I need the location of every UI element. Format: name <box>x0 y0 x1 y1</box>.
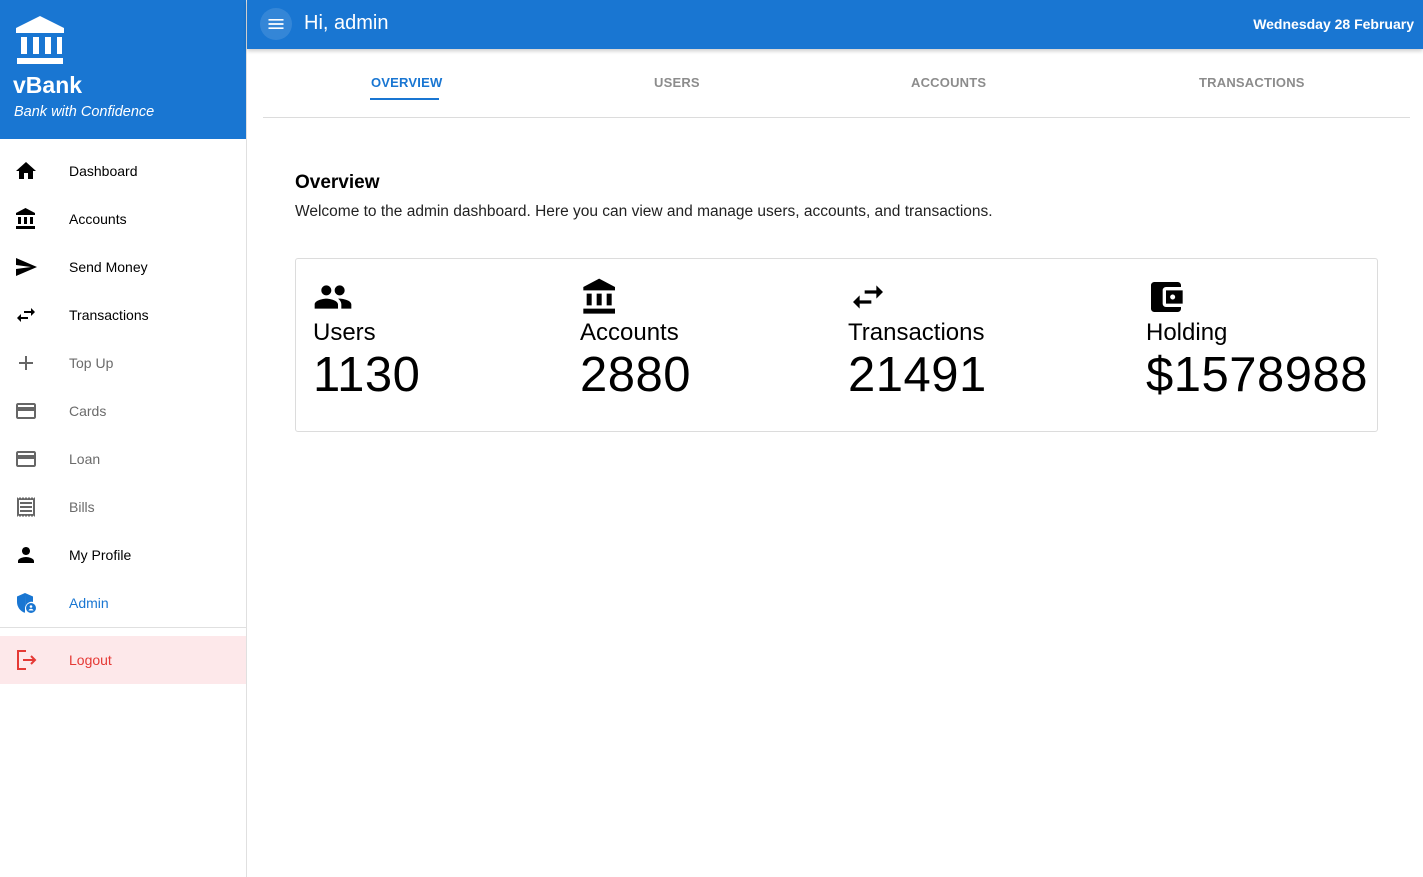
sidebar-item-label: My Profile <box>69 547 132 563</box>
logout-icon <box>17 650 37 670</box>
sidebar-item-label: Top Up <box>69 355 114 371</box>
brand-name: vBank <box>13 72 83 98</box>
person-icon <box>18 547 34 563</box>
sidebar-item-label: Send Money <box>69 259 148 275</box>
stat-label: Transactions <box>848 319 985 346</box>
sidebar-item-label: Accounts <box>69 211 127 227</box>
active-tab-indicator <box>370 98 439 100</box>
admin-tabs: OVERVIEW USERS ACCOUNTS TRANSACTIONS <box>263 49 1410 118</box>
sidebar-item-label: Loan <box>69 451 101 467</box>
sidebar-item-label: Cards <box>69 403 107 419</box>
sidebar-item-top-up[interactable]: Top Up <box>0 339 246 387</box>
menu-button[interactable] <box>260 8 292 40</box>
stat-value: 1130 <box>313 348 421 402</box>
sidebar-item-admin[interactable]: Admin <box>0 579 246 627</box>
stat-label: Users <box>313 319 376 346</box>
bank-logo-icon <box>16 16 64 64</box>
hamburger-menu-icon <box>268 19 284 29</box>
page-description: Welcome to the admin dashboard. Here you… <box>295 203 993 220</box>
sidebar-item-bills[interactable]: Bills <box>0 483 246 531</box>
greeting: Hi, admin <box>304 12 389 34</box>
sidebar-item-accounts[interactable]: Accounts <box>0 195 246 243</box>
tab-accounts[interactable]: ACCOUNTS <box>911 75 986 90</box>
credit-card-icon <box>16 451 36 467</box>
current-date: Wednesday 28 February <box>1253 16 1414 32</box>
stat-value: 2880 <box>580 348 692 402</box>
tab-overview[interactable]: OVERVIEW <box>371 75 442 90</box>
sidebar: vBank Bank with Confidence Dashboard Acc… <box>0 0 247 877</box>
sidebar-item-label: Transactions <box>69 307 149 323</box>
sidebar-item-label: Admin <box>69 595 109 611</box>
credit-card-icon <box>16 403 36 419</box>
brand-header: vBank Bank with Confidence <box>0 0 246 139</box>
sidebar-item-label: Bills <box>69 499 95 515</box>
bank-icon <box>583 278 615 314</box>
plus-icon <box>19 356 33 370</box>
wallet-icon <box>1151 282 1183 312</box>
sidebar-item-transactions[interactable]: Transactions <box>0 291 246 339</box>
sidebar-item-send-money[interactable]: Send Money <box>0 243 246 291</box>
bank-icon <box>16 208 35 229</box>
sidebar-divider <box>0 627 246 628</box>
top-app-bar: Hi, admin Wednesday 28 February <box>247 0 1423 49</box>
page-title: Overview <box>295 172 380 193</box>
receipt-icon <box>17 497 35 517</box>
sidebar-item-dashboard[interactable]: Dashboard <box>0 147 246 195</box>
home-icon <box>16 162 36 179</box>
admin-shield-icon <box>17 593 36 613</box>
sidebar-item-loan[interactable]: Loan <box>0 435 246 483</box>
swap-icon <box>853 285 883 309</box>
logout-button[interactable]: Logout <box>0 636 246 684</box>
stat-label: Holding <box>1146 319 1228 346</box>
stat-value: $1578988 <box>1146 348 1369 402</box>
stat-label: Accounts <box>580 319 679 346</box>
people-icon <box>314 285 352 309</box>
sidebar-item-label: Dashboard <box>69 163 138 179</box>
logout-label: Logout <box>69 652 112 668</box>
stat-value: 21491 <box>848 348 987 402</box>
sidebar-item-cards[interactable]: Cards <box>0 387 246 435</box>
send-icon <box>16 258 37 276</box>
tab-transactions[interactable]: TRANSACTIONS <box>1199 75 1305 90</box>
sidebar-item-my-profile[interactable]: My Profile <box>0 531 246 579</box>
swap-icon <box>17 308 35 322</box>
stats-card: Users 1130 Accounts 2880 Transactions 21… <box>295 258 1378 432</box>
brand-tagline: Bank with Confidence <box>14 104 155 120</box>
tab-users[interactable]: USERS <box>654 75 700 90</box>
